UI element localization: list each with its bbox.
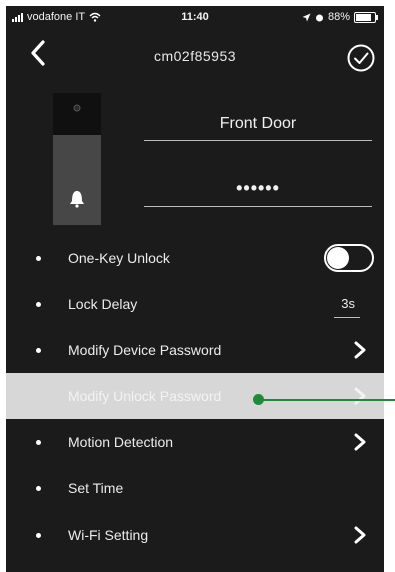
setting-label: Lock Delay (68, 296, 138, 312)
setting-row-modify-unlock-password: Modify Unlock Password (6, 373, 384, 419)
status-right: 88% (302, 11, 378, 23)
setting-label: Modify Device Password (68, 342, 222, 358)
chevron-right-icon (354, 341, 366, 359)
bullet-icon (36, 440, 41, 445)
lock-delay-value[interactable]: 3s (341, 296, 355, 311)
status-bar: vodafone IT 11:40 88% (6, 6, 384, 28)
setting-row-modify-device-password[interactable]: Modify Device Password (6, 327, 384, 373)
setting-row-one-key-unlock: One-Key Unlock (6, 235, 384, 281)
bullet-icon (36, 302, 41, 307)
bullet-icon (36, 394, 41, 399)
alarm-icon (315, 14, 323, 21)
battery-icon (354, 11, 378, 23)
setting-label: Motion Detection (68, 434, 174, 450)
doorbell-device-image (53, 93, 101, 225)
device-name-field[interactable]: Front Door (144, 106, 372, 141)
setting-row-lock-delay[interactable]: Lock Delay 3s (6, 281, 384, 327)
device-name-value: Front Door (219, 115, 297, 132)
device-id-title: cm02f85953 (153, 48, 237, 64)
app-screen: vodafone IT 11:40 88% cm02f85953 Front D… (6, 6, 384, 572)
bullet-icon (36, 486, 41, 491)
confirm-check-icon[interactable] (346, 43, 376, 73)
device-password-value: •••••• (236, 178, 280, 198)
setting-label: Wi-Fi Setting (68, 527, 149, 543)
setting-label: Set Time (68, 480, 124, 496)
location-icon (302, 13, 311, 21)
annotation-line (263, 399, 395, 401)
setting-label: Modify Unlock Password (68, 388, 222, 404)
chevron-right-icon (354, 433, 366, 451)
toggle-knob (327, 247, 349, 269)
bullet-icon (36, 348, 41, 353)
bullet-icon (36, 256, 41, 261)
one-key-unlock-toggle[interactable] (324, 244, 374, 272)
setting-row-wifi-setting[interactable]: Wi-Fi Setting (6, 512, 384, 558)
lock-delay-underline (334, 317, 360, 318)
setting-row-set-time[interactable]: Set Time (6, 465, 384, 511)
device-password-field[interactable]: •••••• (144, 172, 372, 207)
navigation-bar: cm02f85953 (6, 34, 384, 74)
chevron-right-icon (354, 526, 366, 544)
bullet-icon (36, 533, 41, 538)
setting-label: One-Key Unlock (68, 250, 170, 266)
setting-row-motion-detection[interactable]: Motion Detection (6, 419, 384, 465)
battery-percent: 88% (327, 11, 350, 23)
chevron-right-icon (354, 387, 366, 405)
annotation-dot (253, 394, 264, 405)
